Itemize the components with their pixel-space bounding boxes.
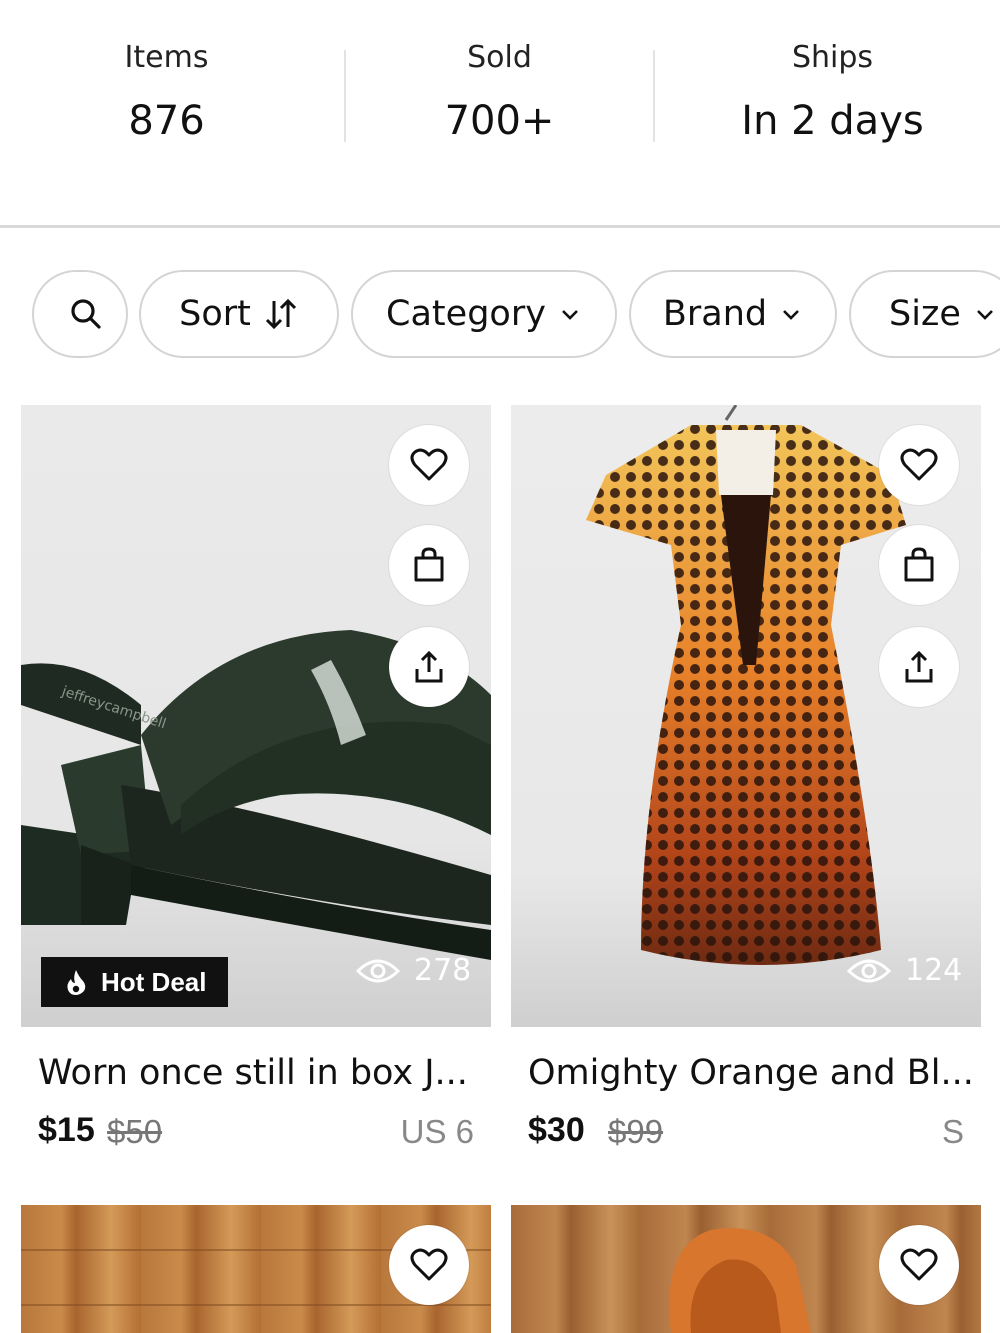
stat-label: Items xyxy=(124,40,209,75)
heart-icon xyxy=(410,1248,448,1281)
share-button[interactable] xyxy=(879,627,959,707)
shop-stats: Items 876 Sold 700+ Ships In 2 days xyxy=(0,0,1000,226)
original-price: $99 xyxy=(608,1113,664,1150)
original-price: $50 xyxy=(107,1113,163,1150)
size-dropdown[interactable]: Size xyxy=(849,270,1000,358)
stat-value: 876 xyxy=(128,98,205,144)
sort-button[interactable]: Sort xyxy=(139,270,339,358)
stat-label: Sold xyxy=(467,40,532,75)
product-card[interactable]: 124 Omighty Orange and Bl... $30 $99 S xyxy=(511,405,981,1165)
share-icon xyxy=(905,650,933,683)
shopping-bag-icon xyxy=(414,547,444,582)
badge-label: Hot Deal xyxy=(101,966,207,997)
heart-icon xyxy=(900,1248,938,1281)
category-dropdown[interactable]: Category xyxy=(351,270,617,358)
flame-icon xyxy=(67,970,86,995)
stat-items: Items 876 xyxy=(0,0,333,226)
add-to-bag-button[interactable] xyxy=(389,525,469,605)
favorite-button[interactable] xyxy=(389,1225,469,1305)
stat-value: In 2 days xyxy=(741,98,924,144)
search-icon xyxy=(71,299,101,329)
stat-ships: Ships In 2 days xyxy=(666,0,999,226)
favorite-button[interactable] xyxy=(879,1225,959,1305)
category-label: Category xyxy=(386,294,546,334)
chevron-down-icon xyxy=(783,310,800,320)
search-button[interactable] xyxy=(32,270,128,358)
favorite-button[interactable] xyxy=(389,425,469,505)
add-to-bag-button[interactable] xyxy=(879,525,959,605)
share-icon xyxy=(415,650,443,683)
stat-value: 700+ xyxy=(444,98,555,144)
product-title[interactable]: Omighty Orange and Bl... xyxy=(528,1053,974,1093)
share-button[interactable] xyxy=(389,627,469,707)
heart-icon xyxy=(410,448,448,481)
product-card[interactable] xyxy=(21,1205,491,1333)
divider xyxy=(0,225,1000,228)
product-size: S xyxy=(941,1113,964,1150)
favorite-button[interactable] xyxy=(879,425,959,505)
divider xyxy=(653,50,655,142)
eye-icon xyxy=(847,959,891,982)
product-title[interactable]: Worn once still in box J... xyxy=(38,1053,468,1093)
view-count: 124 xyxy=(847,953,962,988)
stat-sold: Sold 700+ xyxy=(333,0,666,226)
filter-bar: Sort Category Brand Size xyxy=(0,270,1000,362)
sort-label: Sort xyxy=(179,294,251,334)
chevron-down-icon xyxy=(562,310,578,320)
brand-dropdown[interactable]: Brand xyxy=(629,270,837,358)
view-count: 278 xyxy=(356,953,471,988)
heart-icon xyxy=(900,448,938,481)
stat-label: Ships xyxy=(791,40,874,75)
views-number: 124 xyxy=(905,953,963,988)
product-price: $30 xyxy=(528,1111,585,1149)
sort-arrows-icon xyxy=(265,298,296,330)
chevron-down-icon xyxy=(976,310,993,320)
brand-label: Brand xyxy=(662,294,768,334)
product-size: US 6 xyxy=(400,1113,474,1150)
size-label: Size xyxy=(889,294,961,334)
views-number: 278 xyxy=(414,953,472,988)
shopping-bag-icon xyxy=(904,547,934,582)
product-card[interactable]: jeffreycampbell Hot Deal 278 Worn once s… xyxy=(21,405,491,1165)
product-price: $15 xyxy=(38,1111,95,1149)
eye-icon xyxy=(356,959,400,982)
product-card[interactable] xyxy=(511,1205,981,1333)
divider xyxy=(344,50,346,142)
hot-deal-badge: Hot Deal xyxy=(41,957,228,1007)
